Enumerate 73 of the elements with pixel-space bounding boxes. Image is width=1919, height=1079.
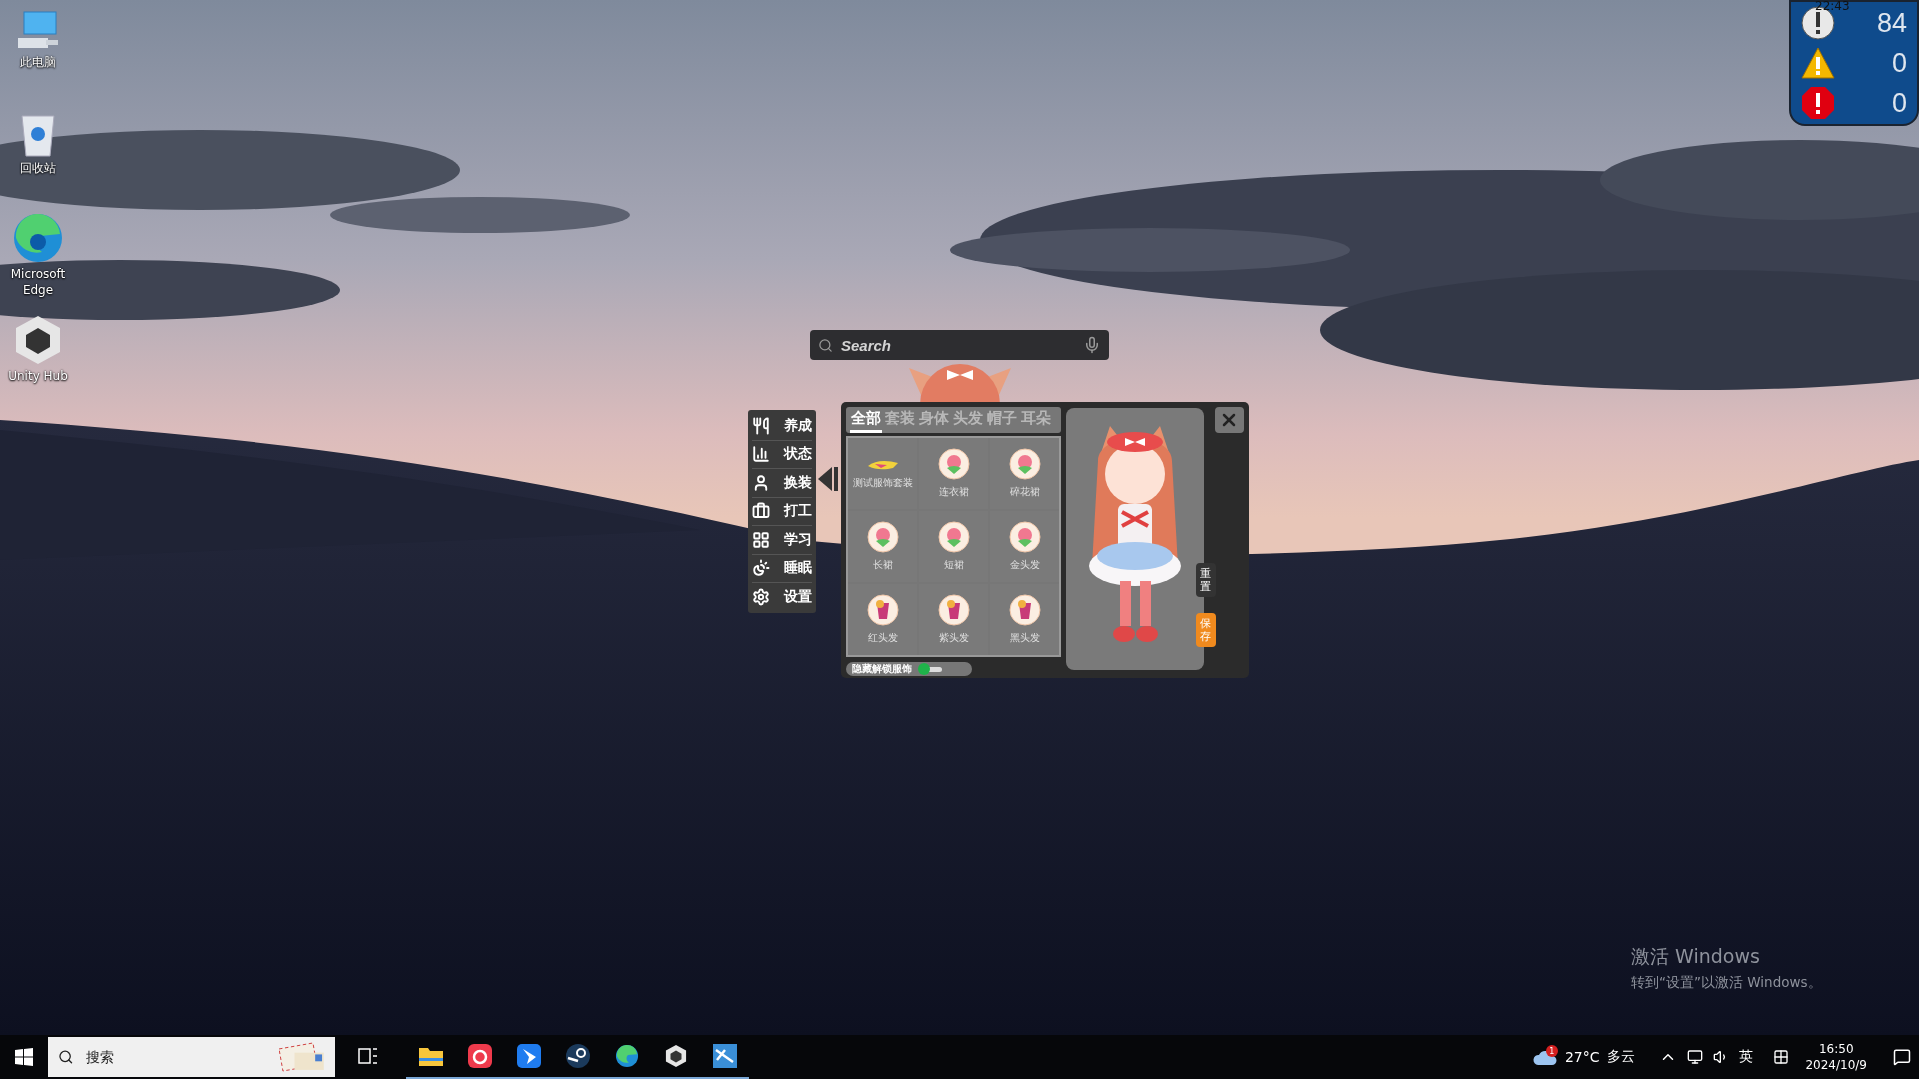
count-text: 0 [1891, 47, 1907, 79]
count-text: 84 [1876, 7, 1907, 39]
pointer-arrow-icon [818, 467, 838, 491]
taskbar-search-field[interactable]: 搜索 [48, 1037, 335, 1077]
search-icon [818, 337, 833, 353]
weather-button[interactable]: 1 27°C 多云 [1532, 1048, 1636, 1066]
tab[interactable]: 头发 [952, 407, 984, 433]
menu-item[interactable]: 打工 [752, 497, 812, 526]
edge-icon[interactable] [12, 212, 64, 264]
steam-icon [565, 1044, 590, 1068]
microphone-icon[interactable] [1083, 336, 1101, 354]
search-input[interactable]: 搜索 [83, 1048, 269, 1066]
reset-button[interactable]: 重置 [1195, 563, 1216, 597]
music-app-icon [467, 1044, 492, 1068]
chart-icon [752, 445, 770, 464]
time-text: 22:43 [1815, 0, 1850, 13]
utensils-icon [752, 416, 770, 435]
unity-icon [664, 1044, 687, 1068]
tab[interactable]: 身体 [918, 407, 950, 433]
search-input[interactable]: Search [839, 335, 1077, 355]
notification-icon[interactable] [1893, 1048, 1911, 1066]
notification-badge: 1 [1545, 1045, 1558, 1057]
menu-item[interactable]: 睡眠 [752, 554, 812, 583]
save-button[interactable]: 保存 [1195, 613, 1216, 647]
network-icon[interactable] [1687, 1049, 1704, 1065]
desktop-icon-label[interactable]: Microsoft Edge [0, 266, 76, 298]
windows-logo-icon [15, 1048, 33, 1066]
desktop-icon-label[interactable]: 回收站 [20, 160, 56, 176]
half-moon-icon [752, 559, 770, 578]
drink-icon [1008, 594, 1041, 626]
menu-item[interactable]: 设置 [752, 583, 812, 611]
tab[interactable]: 全部 [850, 407, 882, 433]
input-language-text[interactable]: 英 [1739, 1048, 1754, 1066]
menu-item[interactable]: 养成 [752, 412, 812, 441]
error-icon [1801, 86, 1835, 120]
warning-icon [1801, 47, 1835, 79]
toggle-switch[interactable] [918, 663, 942, 675]
task-view-icon [357, 1047, 378, 1065]
count-text: 0 [1891, 87, 1907, 119]
peach-icon [866, 521, 899, 553]
person-icon [752, 473, 770, 492]
input-method-icon[interactable] [1773, 1049, 1790, 1065]
tab[interactable]: 帽子 [986, 407, 1018, 433]
toggle-label: 隐藏解锁服饰 [852, 662, 912, 676]
peach-icon [1008, 521, 1041, 553]
grid-icon [752, 530, 770, 549]
drink-icon [866, 594, 899, 626]
search-icon [58, 1048, 74, 1066]
desktop-icon-label[interactable]: 此电脑 [20, 54, 56, 70]
menu-item[interactable]: 学习 [752, 526, 812, 555]
folder-icon [418, 1046, 443, 1066]
search-field[interactable]: Search [810, 330, 1109, 360]
studio-app-icon [712, 1044, 737, 1068]
briefcase-icon [752, 502, 770, 521]
edge-icon [614, 1044, 639, 1068]
menu-item[interactable]: 换装 [752, 469, 812, 498]
tab[interactable]: 套装 [884, 407, 916, 433]
desktop-icon-label[interactable]: Unity Hub [8, 368, 68, 384]
activation-hint: 转到“设置”以激活 Windows。 [1631, 974, 1822, 992]
unity-icon[interactable] [14, 314, 62, 366]
clock[interactable]: 16:50 2024/10/9 [1805, 1042, 1867, 1072]
activation-title: 激活 Windows [1631, 944, 1761, 969]
drink-icon [937, 594, 970, 626]
close-button[interactable] [1214, 407, 1244, 433]
menu-item[interactable]: 状态 [752, 440, 812, 469]
cloud-icon [1532, 1048, 1557, 1066]
peach-icon [937, 521, 970, 553]
peach-icon [937, 448, 970, 480]
settings-icon [752, 587, 770, 606]
peach-icon [1008, 448, 1041, 480]
envelope-icon [278, 1040, 325, 1074]
tab[interactable]: 耳朵 [1020, 407, 1052, 433]
bird-app-icon [516, 1044, 541, 1068]
